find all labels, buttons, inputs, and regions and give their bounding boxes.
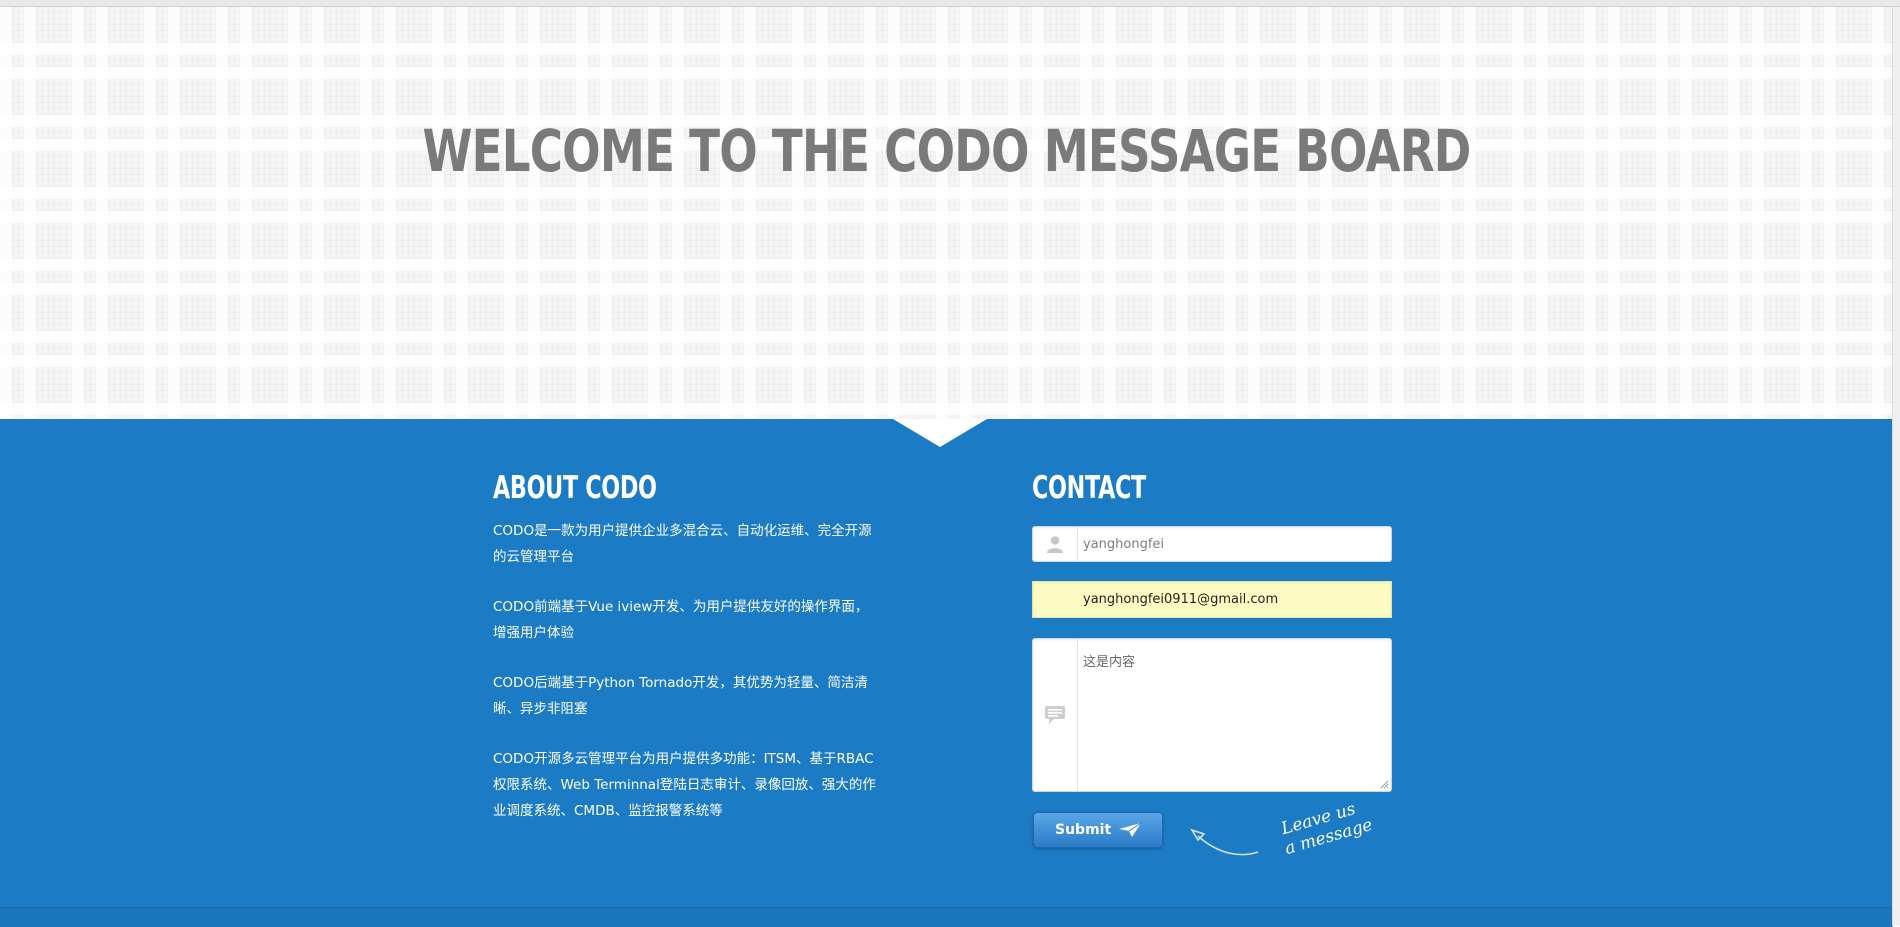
curved-arrow-icon [1190,828,1259,856]
name-input[interactable]: yanghongfei [1032,526,1392,562]
section-notch [893,419,987,447]
email-icon-area [1033,582,1077,617]
about-paragraph: CODO开源多云管理平台为用户提供多功能：ITSM、基于RBAC权限系统、Web… [493,751,876,819]
email-value: yanghongfei0911@gmail.com [1083,592,1279,607]
browser-top-edge [0,0,1900,7]
submit-button[interactable]: Submit [1033,812,1163,848]
user-icon [1033,527,1078,561]
content-section [0,419,1893,926]
about-paragraph: CODO前端基于Vue iview开发、为用户提供友好的操作界面，增强用户体验 [493,599,869,641]
paper-plane-icon [1119,822,1142,837]
about-paragraph: CODO是一款为用户提供企业多混合云、自动化运维、完全开源的云管理平台 [493,523,872,565]
about-heading: ABOUT CODO [493,470,657,506]
name-value: yanghongfei [1083,537,1165,552]
contact-heading: CONTACT [1032,470,1146,506]
message-value: 这是内容 [1083,655,1136,670]
hero-banner: WELCOME TO THE CODO MESSAGE BOARD [0,7,1893,419]
page-title: WELCOME TO THE CODO MESSAGE BOARD [422,117,1471,185]
email-input[interactable]: yanghongfei0911@gmail.com [1032,581,1392,618]
footer-strip [0,907,1893,927]
submit-label: Submit [1055,822,1112,838]
about-text: CODO是一款为用户提供企业多混合云、自动化运维、完全开源的云管理平台 CODO… [493,518,878,848]
about-paragraph: CODO后端基于Python Tornado开发，其优势为轻量、简洁清晰、异步非… [493,675,868,717]
message-textarea[interactable]: 这是内容 [1032,638,1392,792]
comment-icon [1033,639,1078,791]
window-right-edge [1892,7,1900,926]
resize-handle-icon[interactable] [1380,780,1389,789]
